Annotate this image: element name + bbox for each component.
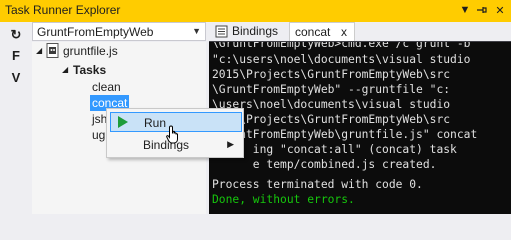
collapse-arrow-icon[interactable]: ◢ [62,65,68,74]
console-line: 2015\Projects\GruntFromEmptyWeb\src [212,113,451,126]
submenu-arrow-icon: ▶ [227,139,234,149]
window-menu-dropdown-icon[interactable]: ▼ [457,2,473,18]
window-title: Task Runner Explorer [5,3,121,17]
console-line: 2015\Projects\GruntFromEmptyWeb\src [212,68,451,81]
pin-icon[interactable] [474,2,490,18]
console-line: \GruntFromEmptyWeb>cmd.exe /c grunt -b [212,41,471,50]
tree-item-gruntfile[interactable]: gruntfile.js [63,43,118,59]
run-play-icon [117,116,129,131]
console-output[interactable]: \GruntFromEmptyWeb>cmd.exe /c grunt -b "… [209,41,511,214]
tab-concat[interactable]: concat x [289,22,355,41]
tab-label: Bindings [232,24,279,38]
tab-label: concat [295,25,331,39]
console-line: \users\noel\documents\visual studio [212,98,451,111]
console-line: ing "concat:all" (concat) task [212,143,457,156]
project-selector-value: GruntFromEmptyWeb [37,25,154,39]
tree-item-task[interactable]: clean [92,79,121,95]
chevron-down-icon[interactable]: ▼ [192,26,201,36]
console-line: Process terminated with code 0. [212,178,423,191]
tree-item-task[interactable]: ug [92,127,105,143]
project-selector[interactable]: GruntFromEmptyWeb ▼ [32,22,206,41]
verbose-toggle-button[interactable]: V [8,70,24,88]
console-success-line: Done, without errors. [212,193,355,206]
console-line: \GruntFromEmptyWeb\gruntfile.js" concat [212,128,478,141]
console-line: "c:\users\noel\documents\visual studio [212,53,471,66]
force-toggle-button[interactable]: F [8,48,24,66]
output-tabs: Bindings concat x [209,22,511,41]
tab-bindings[interactable]: Bindings [211,22,287,41]
mouse-pointer-icon [166,125,180,148]
close-icon[interactable]: ✕ [492,2,508,18]
title-bar: Task Runner Explorer ▼ ✕ [0,0,511,20]
console-line: \GruntFromEmptyWeb" --gruntfile "c: [212,83,451,96]
refresh-icon[interactable]: ↻ [8,27,24,45]
tool-strip: ↻ F V [0,22,31,214]
tree-item-tasks[interactable]: Tasks [73,62,106,78]
collapse-arrow-icon[interactable]: ◢ [36,46,42,55]
close-tab-icon[interactable]: x [341,23,347,42]
console-line: e temp/combined.js created. [212,158,437,171]
menu-item-label: Run [144,116,167,130]
grunt-file-icon [46,43,60,62]
